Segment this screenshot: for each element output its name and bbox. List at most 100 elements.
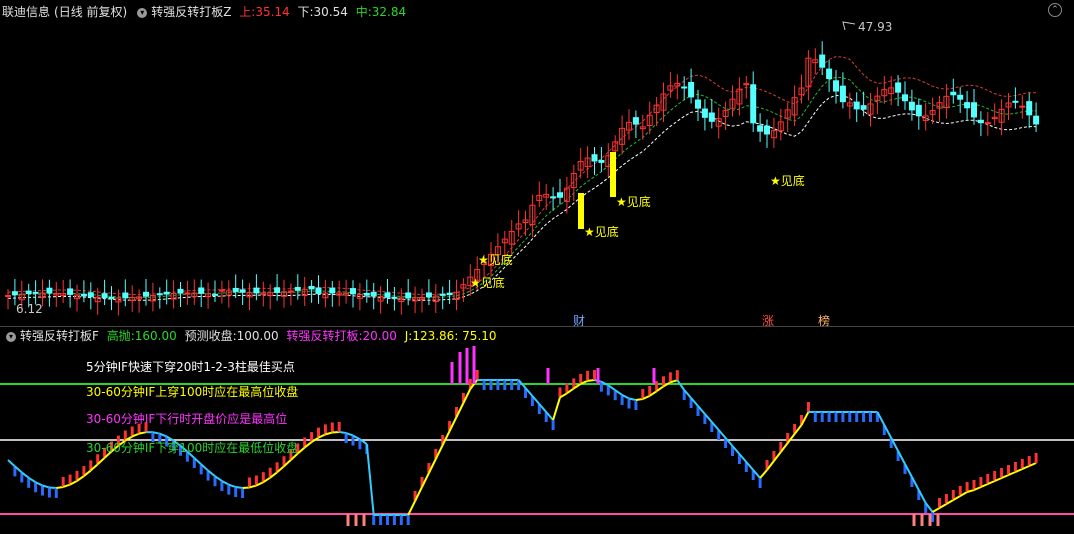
candle-body [108, 296, 115, 299]
stock-name[interactable]: 联迪信息 [2, 5, 50, 19]
period-label[interactable]: (日线 前复权) [54, 5, 127, 19]
candle-body [1026, 101, 1033, 116]
osc-segment [676, 379, 686, 391]
osc-segment [552, 397, 561, 421]
osc-segment [759, 469, 768, 479]
lower-header: ▾ 转强反转打板F 高抛:160.00 预测收盘:100.00 转强反转打板:20… [0, 326, 501, 346]
candle-body [5, 295, 11, 297]
candle-body [839, 85, 846, 103]
candle-body [143, 291, 149, 297]
osc-segment [365, 443, 375, 516]
candle-body [750, 84, 757, 124]
osc-segment [407, 500, 416, 516]
bottom-signal: ★见底 [470, 276, 505, 290]
candle-body [87, 292, 94, 298]
indicator-name[interactable]: 转强反转打板Z [151, 5, 231, 19]
zq-value: 20.00 [362, 329, 397, 343]
candle-body [439, 293, 446, 296]
j-value: 123.86 [412, 329, 455, 343]
low-price-label: 6.12 [16, 302, 43, 316]
candle-body [1012, 100, 1019, 103]
down-value: 30.54 [313, 5, 348, 19]
candle-body [688, 82, 695, 98]
candle-body [819, 54, 826, 68]
candle-body [977, 119, 984, 124]
candle-body [156, 293, 163, 296]
candle-body [25, 290, 32, 295]
candle-body [212, 293, 218, 296]
candle-body [80, 293, 87, 297]
candle-body [826, 68, 833, 80]
candle-body [915, 104, 922, 117]
candle-body [681, 86, 688, 89]
candle-body [363, 292, 370, 296]
candle-body [274, 287, 281, 293]
j-value2: : 75.10 [454, 329, 497, 343]
note-cross-down: 30-60分钟IF下穿100时应在最低位收盘 [86, 441, 299, 455]
high-price-label: 47.93 [858, 20, 893, 34]
note-down-open: 30-60分钟IF下行时开盘价应是最高位 [86, 412, 288, 426]
candle-body [984, 122, 991, 125]
osc-segment [56, 486, 64, 489]
osc-segment [932, 507, 941, 513]
upper-header: 联迪信息 (日线 前复权) ▾ 转强反转打板Z 上:35.14 下:30.54 中:3… [2, 2, 410, 22]
down-label: 下: [297, 5, 314, 19]
candle-body [198, 287, 205, 294]
candles [5, 21, 1040, 316]
candle-body [895, 82, 902, 93]
candle-body [957, 94, 964, 100]
candle-body [853, 101, 860, 110]
candle-body [632, 117, 639, 125]
up-value: 35.14 [255, 5, 290, 19]
bottom-signal: ★见底 [478, 253, 513, 267]
candle-body [32, 291, 39, 294]
candle-body [384, 292, 391, 298]
note-buy-point: 5分钟IF快速下穿20时1-2-3柱最佳买点 [86, 360, 295, 374]
candle-body [122, 292, 129, 299]
candle-body [294, 287, 301, 291]
candle-body [708, 112, 715, 122]
candle-body [591, 154, 598, 162]
bottom-signal: ★见底 [584, 225, 619, 239]
forecast-label: 预测收盘: [184, 329, 237, 343]
candle-body [287, 290, 294, 293]
indicator-menu-icon[interactable]: ▾ [6, 331, 16, 342]
candle-body [902, 94, 908, 102]
osc-segment [635, 398, 643, 401]
osc-segment [138, 431, 147, 435]
bottom-signal: ★见底 [616, 195, 651, 209]
candle-body [425, 292, 432, 298]
osc-segment [339, 431, 347, 435]
candle-body [101, 293, 108, 299]
collapse-icon[interactable]: ⌃ [1048, 3, 1062, 17]
candle-body [950, 91, 957, 96]
lower-indicator-name[interactable]: 转强反转打板F [20, 329, 99, 343]
candle-body [405, 292, 412, 299]
osc-segment [587, 379, 595, 382]
candle-body [860, 105, 867, 110]
lower-band [7, 94, 1037, 301]
candle-body [1019, 105, 1026, 108]
candle-body [239, 289, 246, 293]
signal-bar [610, 152, 616, 197]
candle-body [764, 125, 770, 135]
candle-body [329, 287, 336, 294]
candle-body [550, 196, 557, 199]
indicator-menu-icon[interactable]: ▾ [137, 7, 148, 18]
candle-body [598, 159, 605, 163]
candle-body [701, 108, 708, 118]
forecast-value: 100.00 [236, 329, 279, 343]
high-pointer [842, 21, 856, 31]
candle-body [163, 291, 170, 295]
candle-body [757, 125, 764, 132]
candle-body [446, 292, 453, 296]
candle-body [971, 102, 977, 118]
mid-label: 中: [355, 5, 372, 19]
zq-label: 转强反转打板: [286, 329, 363, 343]
candle-body [218, 289, 225, 292]
high-sell-value: 160.00 [134, 329, 177, 343]
bottom-signal: ★见底 [770, 174, 805, 188]
candle-body [11, 291, 18, 296]
candle-body [232, 287, 239, 293]
osc-segment [242, 486, 250, 489]
